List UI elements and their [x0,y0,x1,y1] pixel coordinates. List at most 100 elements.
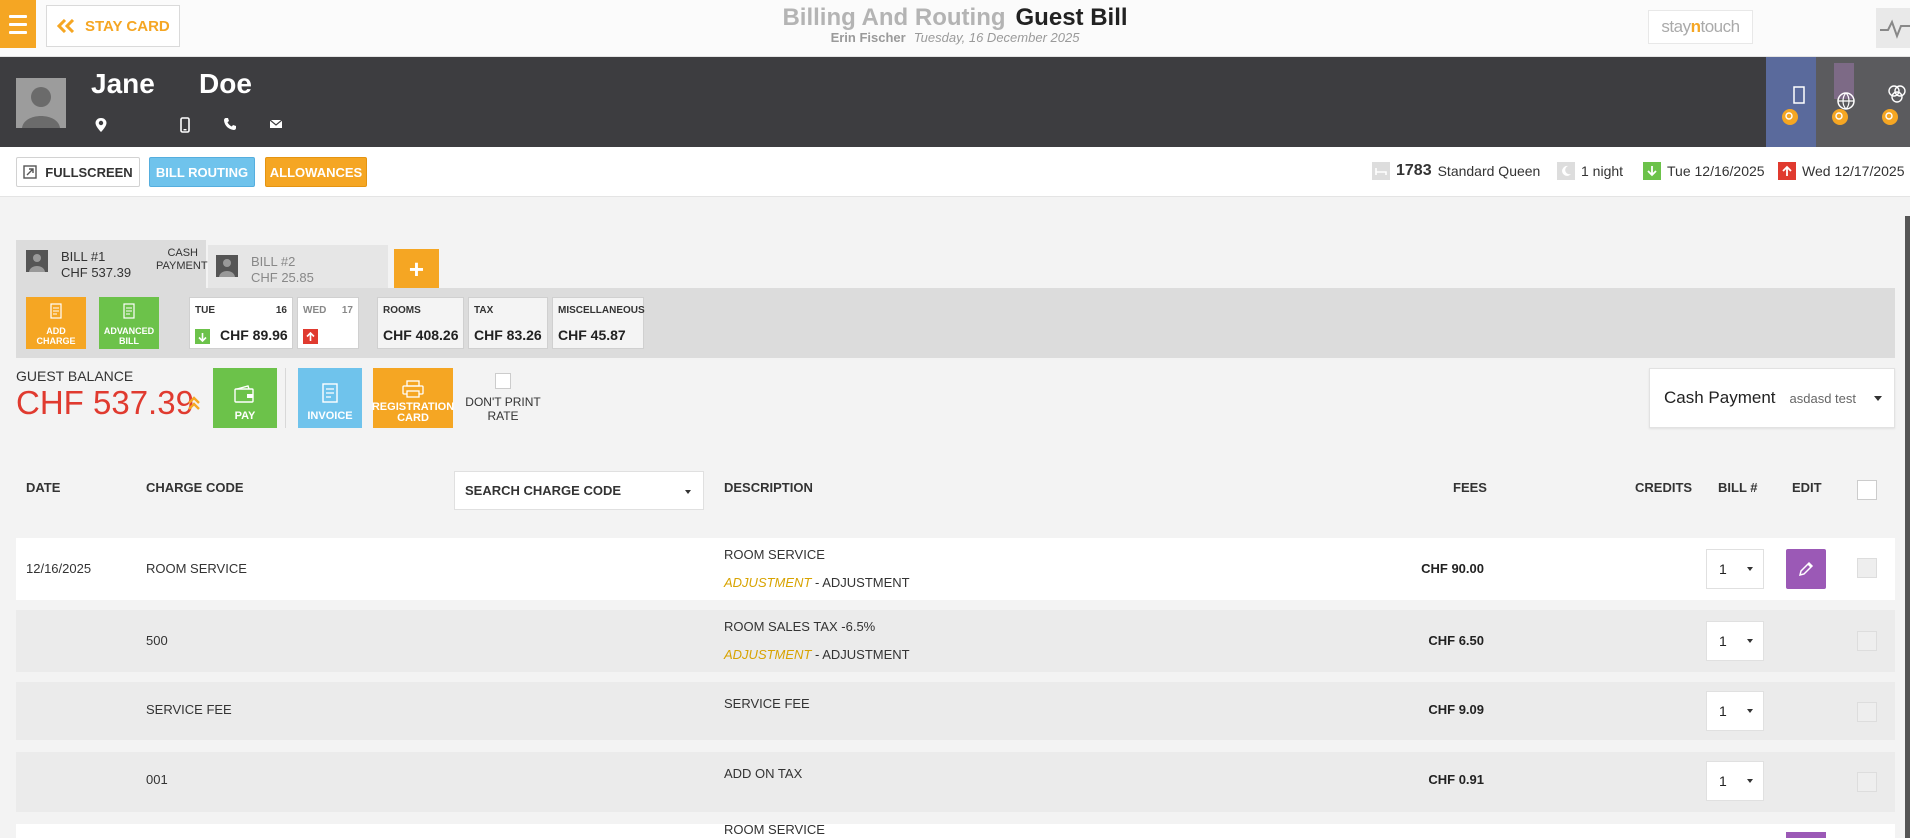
room-icon [1372,162,1390,180]
expand-icon [23,165,37,179]
row-description: ADD ON TAX [724,766,803,781]
payment-method-name: asdasd test [1789,390,1857,406]
row-checkbox[interactable] [1857,702,1877,722]
row-fee: CHF 6.50 [1428,633,1484,648]
nights-info: 1 night [1557,161,1623,181]
row-checkbox[interactable] [1857,772,1877,792]
row-checkbox[interactable] [1857,558,1877,578]
double-chevron-up-icon[interactable] [187,395,201,413]
nights-count: 1 night [1581,163,1624,179]
receipt-icon [123,303,135,319]
bill-tab-2[interactable]: BILL #2 CHF 25.85 [208,245,388,288]
guest-last-name: Doe [199,68,252,99]
bill-amount: CHF 25.85 [251,270,314,285]
invoice-button[interactable]: INVOICE [298,368,362,428]
guest-first-name: Jane [91,68,155,99]
col-credits: CREDITS [1635,480,1693,495]
guest-header [0,57,1910,147]
col-date: DATE [26,480,61,495]
rates-panel[interactable] [1866,57,1910,147]
table-row[interactable]: 500 ROOM SALES TAX -6.5% ADJUSTMENT - AD… [16,610,1895,672]
bill-avatar-icon [216,255,238,277]
document-icon [322,383,338,403]
table-row[interactable]: ROOM SERVICE [16,824,1895,838]
select-all-checkbox[interactable] [1857,480,1877,500]
room-number: 1783 [1396,162,1432,179]
row-fee: CHF 9.09 [1428,702,1484,717]
payment-method-type: Cash Payment [1664,388,1776,407]
row-fee: CHF 90.00 [1421,561,1484,576]
phone-icon[interactable] [223,117,239,133]
fullscreen-label: FULLSCREEN [45,164,133,180]
room-type: Standard Queen [1437,163,1541,179]
dont-print-rate-checkbox[interactable] [495,373,511,389]
bill-tab-1[interactable]: BILL #1 CHF 537.39 CASH PAYMENT [16,240,208,288]
dont-print-rate-label: DON'T PRINT RATE [465,395,541,423]
fullscreen-button[interactable]: FULLSCREEN [16,157,140,187]
day-box-wed[interactable]: WED 17 [297,297,359,349]
row-date: 12/16/2025 [26,561,92,576]
menu-button[interactable] [0,0,36,48]
guest-avatar [16,78,66,128]
table-row[interactable]: 001 ADD ON TAX CHF 0.91 1 [16,752,1895,812]
bill-routing-button[interactable]: BILL ROUTING [149,157,255,187]
row-fee: CHF 0.91 [1428,772,1484,787]
row-bill-select[interactable]: 1 [1706,691,1764,731]
chevron-down-icon [685,490,691,494]
page-title: Billing And Routing Guest Bill [700,4,1210,32]
wallet-icon [234,385,254,403]
col-description: DESCRIPTION [724,480,813,495]
table-row[interactable]: SERVICE FEE SERVICE FEE CHF 9.09 1 [16,682,1895,740]
bill-label: BILL #1 [61,249,106,264]
row-bill-select[interactable]: 1 [1706,621,1764,661]
guest-balance-value: CHF 537.39 [16,384,194,421]
globe-panel[interactable] [1816,57,1866,147]
row-charge-code: 500 [146,633,168,648]
registration-card-button[interactable]: REGISTRATION CARD [372,368,454,428]
mobile-icon[interactable] [180,117,196,133]
stay-card-button[interactable]: STAY CARD [46,5,180,47]
chevron-down-icon [1747,779,1753,783]
row-checkbox[interactable] [1857,631,1877,651]
moon-icon [1557,162,1575,180]
room-info: 1783 Standard Queen [1372,161,1540,181]
col-fees: FEES [1453,480,1487,495]
allowances-button[interactable]: ALLOWANCES [265,157,367,187]
row-bill-select[interactable]: 1 [1706,761,1764,801]
search-charge-code-select[interactable]: SEARCH CHARGE CODE [454,471,704,510]
arrival-date: Tue 12/16/2025 [1667,163,1765,179]
mail-icon[interactable] [269,117,285,133]
bill-payment-type: CASH [167,247,198,259]
edit-button[interactable] [1786,549,1826,589]
day-amount: CHF 89.96 [220,327,288,343]
total-tax: TAX CHF 83.26 [468,297,548,349]
add-bill-button[interactable]: + [394,249,439,289]
row-description: ROOM SERVICE [724,824,825,837]
room-panel[interactable] [1766,57,1816,147]
bill-avatar-icon [26,250,48,272]
advanced-bill-button[interactable]: ADVANCED BILL [99,297,159,349]
receipt-icon [50,303,62,319]
page-scrollbar[interactable] [1905,216,1910,838]
total-misc: MISCELLANEOUS CHF 45.87 [552,297,645,349]
header-quick-panels [1766,57,1910,147]
add-charge-button[interactable]: ADD CHARGE [26,297,86,349]
guest-balance-label: GUEST BALANCE [16,368,134,384]
bill-amount: CHF 537.39 [61,265,132,280]
col-edit: EDIT [1792,480,1822,495]
arrow-up-icon [1778,162,1796,180]
pulse-button[interactable] [1876,8,1910,48]
pay-button[interactable]: PAY [213,368,277,428]
page-title-section: Billing And Routing [782,4,1006,31]
day-box-tue[interactable]: TUE 16 CHF 89.96 [189,297,293,349]
page-title-main: Guest Bill [1015,4,1128,31]
chevron-down-icon [1874,396,1882,401]
stayntouch-logo: stay n touch [1648,10,1753,44]
row-bill-select[interactable]: 1 [1706,549,1764,589]
stay-card-label: STAY CARD [85,17,170,35]
edit-button[interactable] [1786,832,1826,838]
arrow-down-icon [195,329,210,344]
payment-method-select[interactable]: Cash Payment asdasd test [1649,368,1895,428]
table-row[interactable]: 12/16/2025 ROOM SERVICE ROOM SERVICE ADJ… [16,538,1895,600]
location-pin-icon[interactable] [94,117,110,133]
